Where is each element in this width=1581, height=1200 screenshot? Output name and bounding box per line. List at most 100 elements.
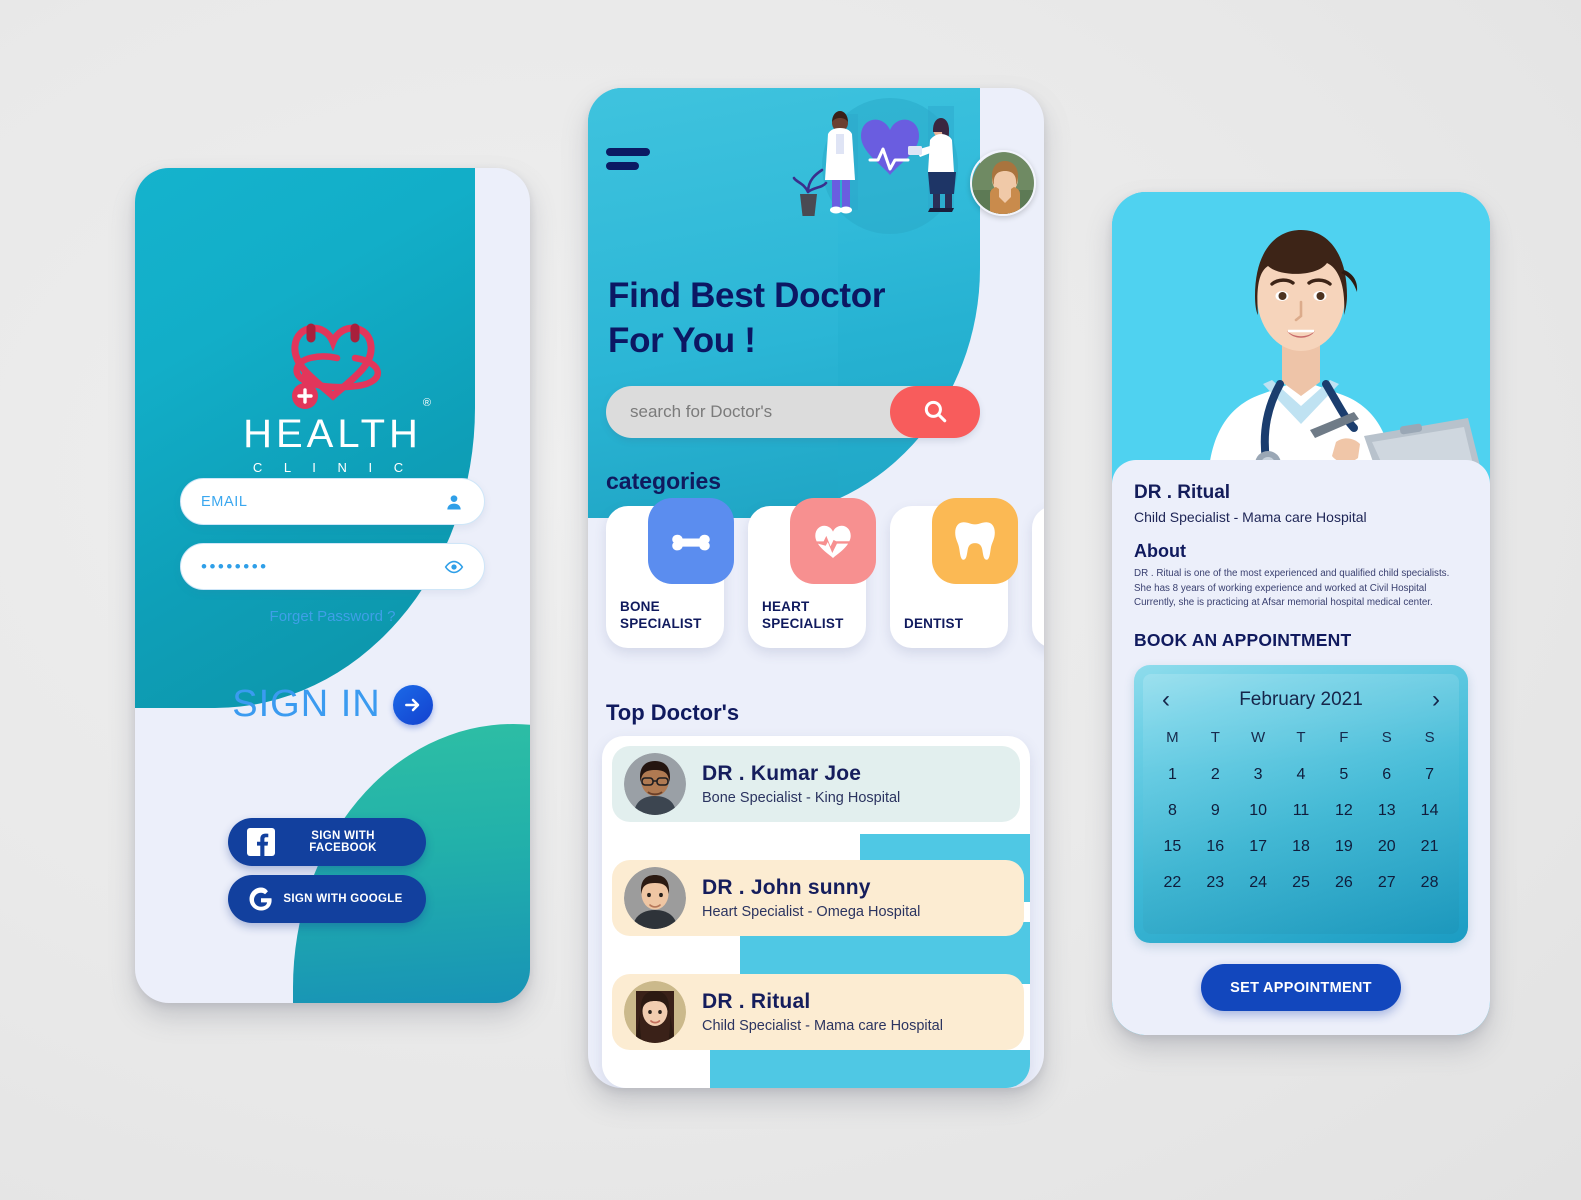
doctor-specialty: Child Specialist - Mama care Hospital: [702, 1018, 943, 1034]
arrow-right-icon[interactable]: [392, 684, 433, 725]
hamburger-menu-icon[interactable]: [606, 148, 650, 170]
category-label: BONE SPECIALIST: [620, 599, 702, 631]
heart-stethoscope-icon: [253, 308, 413, 416]
sign-in-button[interactable]: SIGN IN: [135, 683, 530, 726]
sign-with-facebook-button[interactable]: SIGN WITH FACEBOOK: [228, 818, 426, 866]
detail-doctor-specialty: Child Specialist - Mama care Hospital: [1134, 509, 1367, 525]
calendar-day[interactable]: 4: [1280, 757, 1323, 793]
calendar-day[interactable]: 1: [1151, 757, 1194, 793]
category-card-partial[interactable]: [1032, 506, 1044, 648]
doctor-list-item[interactable]: DR . Ritual Child Specialist - Mama care…: [612, 974, 1024, 1050]
calendar-day[interactable]: 8: [1151, 793, 1194, 829]
calendar-day[interactable]: 2: [1194, 757, 1237, 793]
calendar-day[interactable]: 26: [1322, 865, 1365, 901]
calendar-day[interactable]: 25: [1280, 865, 1323, 901]
registered-mark: ®: [422, 397, 435, 409]
calendar-day[interactable]: 13: [1365, 793, 1408, 829]
calendar-day[interactable]: 5: [1322, 757, 1365, 793]
doctor-list-item[interactable]: DR . Kumar Joe Bone Specialist - King Ho…: [612, 746, 1020, 822]
calendar-day[interactable]: 17: [1237, 829, 1280, 865]
calendar-day[interactable]: 14: [1408, 793, 1451, 829]
category-card-dentist[interactable]: DENTIST: [890, 498, 1018, 648]
email-input[interactable]: [201, 493, 444, 510]
set-appointment-button[interactable]: SET APPOINTMENT: [1201, 964, 1401, 1011]
calendar-day[interactable]: 21: [1408, 829, 1451, 865]
user-avatar[interactable]: [970, 150, 1036, 216]
calendar-day[interactable]: 18: [1280, 829, 1323, 865]
doctor-name: DR . Ritual: [702, 990, 811, 1013]
calendar-day[interactable]: 22: [1151, 865, 1194, 901]
doctor-info: DR . Kumar Joe Bone Specialist - King Ho…: [702, 762, 900, 806]
search-icon: [922, 398, 948, 427]
category-label: HEART SPECIALIST: [762, 599, 844, 631]
doctor-list-item[interactable]: DR . John sunny Heart Specialist - Omega…: [612, 860, 1024, 936]
calendar-day[interactable]: 16: [1194, 829, 1237, 865]
doctor-kumar-photo: [624, 753, 686, 815]
calendar-day[interactable]: 11: [1280, 793, 1323, 829]
doctor-specialty: Heart Specialist - Omega Hospital: [702, 904, 921, 920]
forgot-password-link[interactable]: Forget Password ?: [135, 608, 530, 625]
google-button-label: SIGN WITH GOOGLE: [283, 893, 403, 905]
email-field[interactable]: [180, 478, 485, 525]
calendar-day[interactable]: 28: [1408, 865, 1451, 901]
password-field[interactable]: ••••••••: [180, 543, 485, 590]
calendar-day[interactable]: 24: [1237, 865, 1280, 901]
calendar-day[interactable]: 6: [1365, 757, 1408, 793]
calendar-day[interactable]: 9: [1194, 793, 1237, 829]
search-input[interactable]: [606, 402, 890, 422]
google-icon: [246, 884, 276, 914]
sign-in-label: SIGN IN: [232, 683, 381, 725]
top-doctors-heading: Top Doctor's: [606, 700, 740, 725]
doctor-detail-screen: DR . Ritual Child Specialist - Mama care…: [1112, 192, 1490, 1035]
doctors-heartbeat-illustration: [778, 96, 993, 246]
canvas: HEALTH ® C L I N I C •••••••• Forget: [0, 0, 1581, 1200]
calendar-day[interactable]: 27: [1365, 865, 1408, 901]
calendar-day[interactable]: 23: [1194, 865, 1237, 901]
title-line-1: Find Best Doctor: [608, 276, 886, 315]
chevron-right-icon[interactable]: ›: [1421, 688, 1451, 712]
calendar-weekday: F: [1339, 729, 1349, 747]
search-button[interactable]: [890, 386, 980, 438]
detail-doctor-name: DR . Ritual: [1134, 482, 1231, 503]
calendar-day[interactable]: 10: [1237, 793, 1280, 829]
brand-logo: HEALTH ® C L I N I C: [135, 308, 530, 475]
appointment-calendar[interactable]: ‹ February 2021 › MTWTFSS 1 2 3 4 5 6 7 8 9 10 11 1…: [1134, 665, 1468, 944]
calendar-day[interactable]: 3: [1237, 757, 1280, 793]
calendar-weekday: T: [1296, 729, 1306, 747]
calendar-weekday: M: [1166, 729, 1179, 747]
calendar-month-label: February 2021: [1239, 689, 1363, 711]
calendar-day[interactable]: 20: [1365, 829, 1408, 865]
title-line-2: For You !: [608, 320, 756, 360]
logo-subtitle: C L I N I C: [252, 460, 413, 475]
sign-with-google-button[interactable]: SIGN WITH GOOGLE: [228, 875, 426, 923]
calendar-day[interactable]: 15: [1151, 829, 1194, 865]
categories-heading: categories: [606, 468, 722, 494]
tooth-icon: [932, 498, 1018, 584]
top-doctors-panel: DR . Kumar Joe Bone Specialist - King Ho…: [602, 736, 1030, 1088]
bone-icon: [648, 498, 734, 584]
category-card-heart[interactable]: HEART SPECIALIST: [748, 498, 876, 648]
logo-word-text: HEALTH: [243, 412, 422, 456]
doctor-name: DR . John sunny: [702, 876, 871, 899]
about-heading: About: [1134, 541, 1186, 561]
chevron-left-icon[interactable]: ‹: [1151, 688, 1181, 712]
calendar-day-grid[interactable]: 1 2 3 4 5 6 7 8 9 10 11 12 13 14 15 16 17 18 19 20 21 22 23 24 2…: [1151, 757, 1451, 901]
doctor-info: DR . Ritual Child Specialist - Mama care…: [702, 990, 943, 1034]
calendar-day[interactable]: 19: [1322, 829, 1365, 865]
heart-pulse-icon: [790, 498, 876, 584]
about-text: DR . Ritual is one of the most experienc…: [1134, 568, 1450, 609]
password-input[interactable]: ••••••••: [201, 557, 444, 577]
calendar-weekday: T: [1210, 729, 1220, 747]
calendar-weekday: W: [1251, 729, 1266, 747]
category-card-bone[interactable]: BONE SPECIALIST: [606, 498, 734, 648]
book-appointment-heading: BOOK AN APPOINTMENT: [1134, 630, 1352, 651]
doctor-ritual-photo: [624, 981, 686, 1043]
eye-icon[interactable]: [444, 557, 464, 577]
search-bar[interactable]: [606, 386, 980, 438]
calendar-weekday: S: [1424, 729, 1435, 747]
person-icon: [444, 492, 464, 512]
category-label: DENTIST: [904, 615, 964, 631]
calendar-day[interactable]: 7: [1408, 757, 1451, 793]
calendar-weekday: S: [1381, 729, 1392, 747]
calendar-day[interactable]: 12: [1322, 793, 1365, 829]
